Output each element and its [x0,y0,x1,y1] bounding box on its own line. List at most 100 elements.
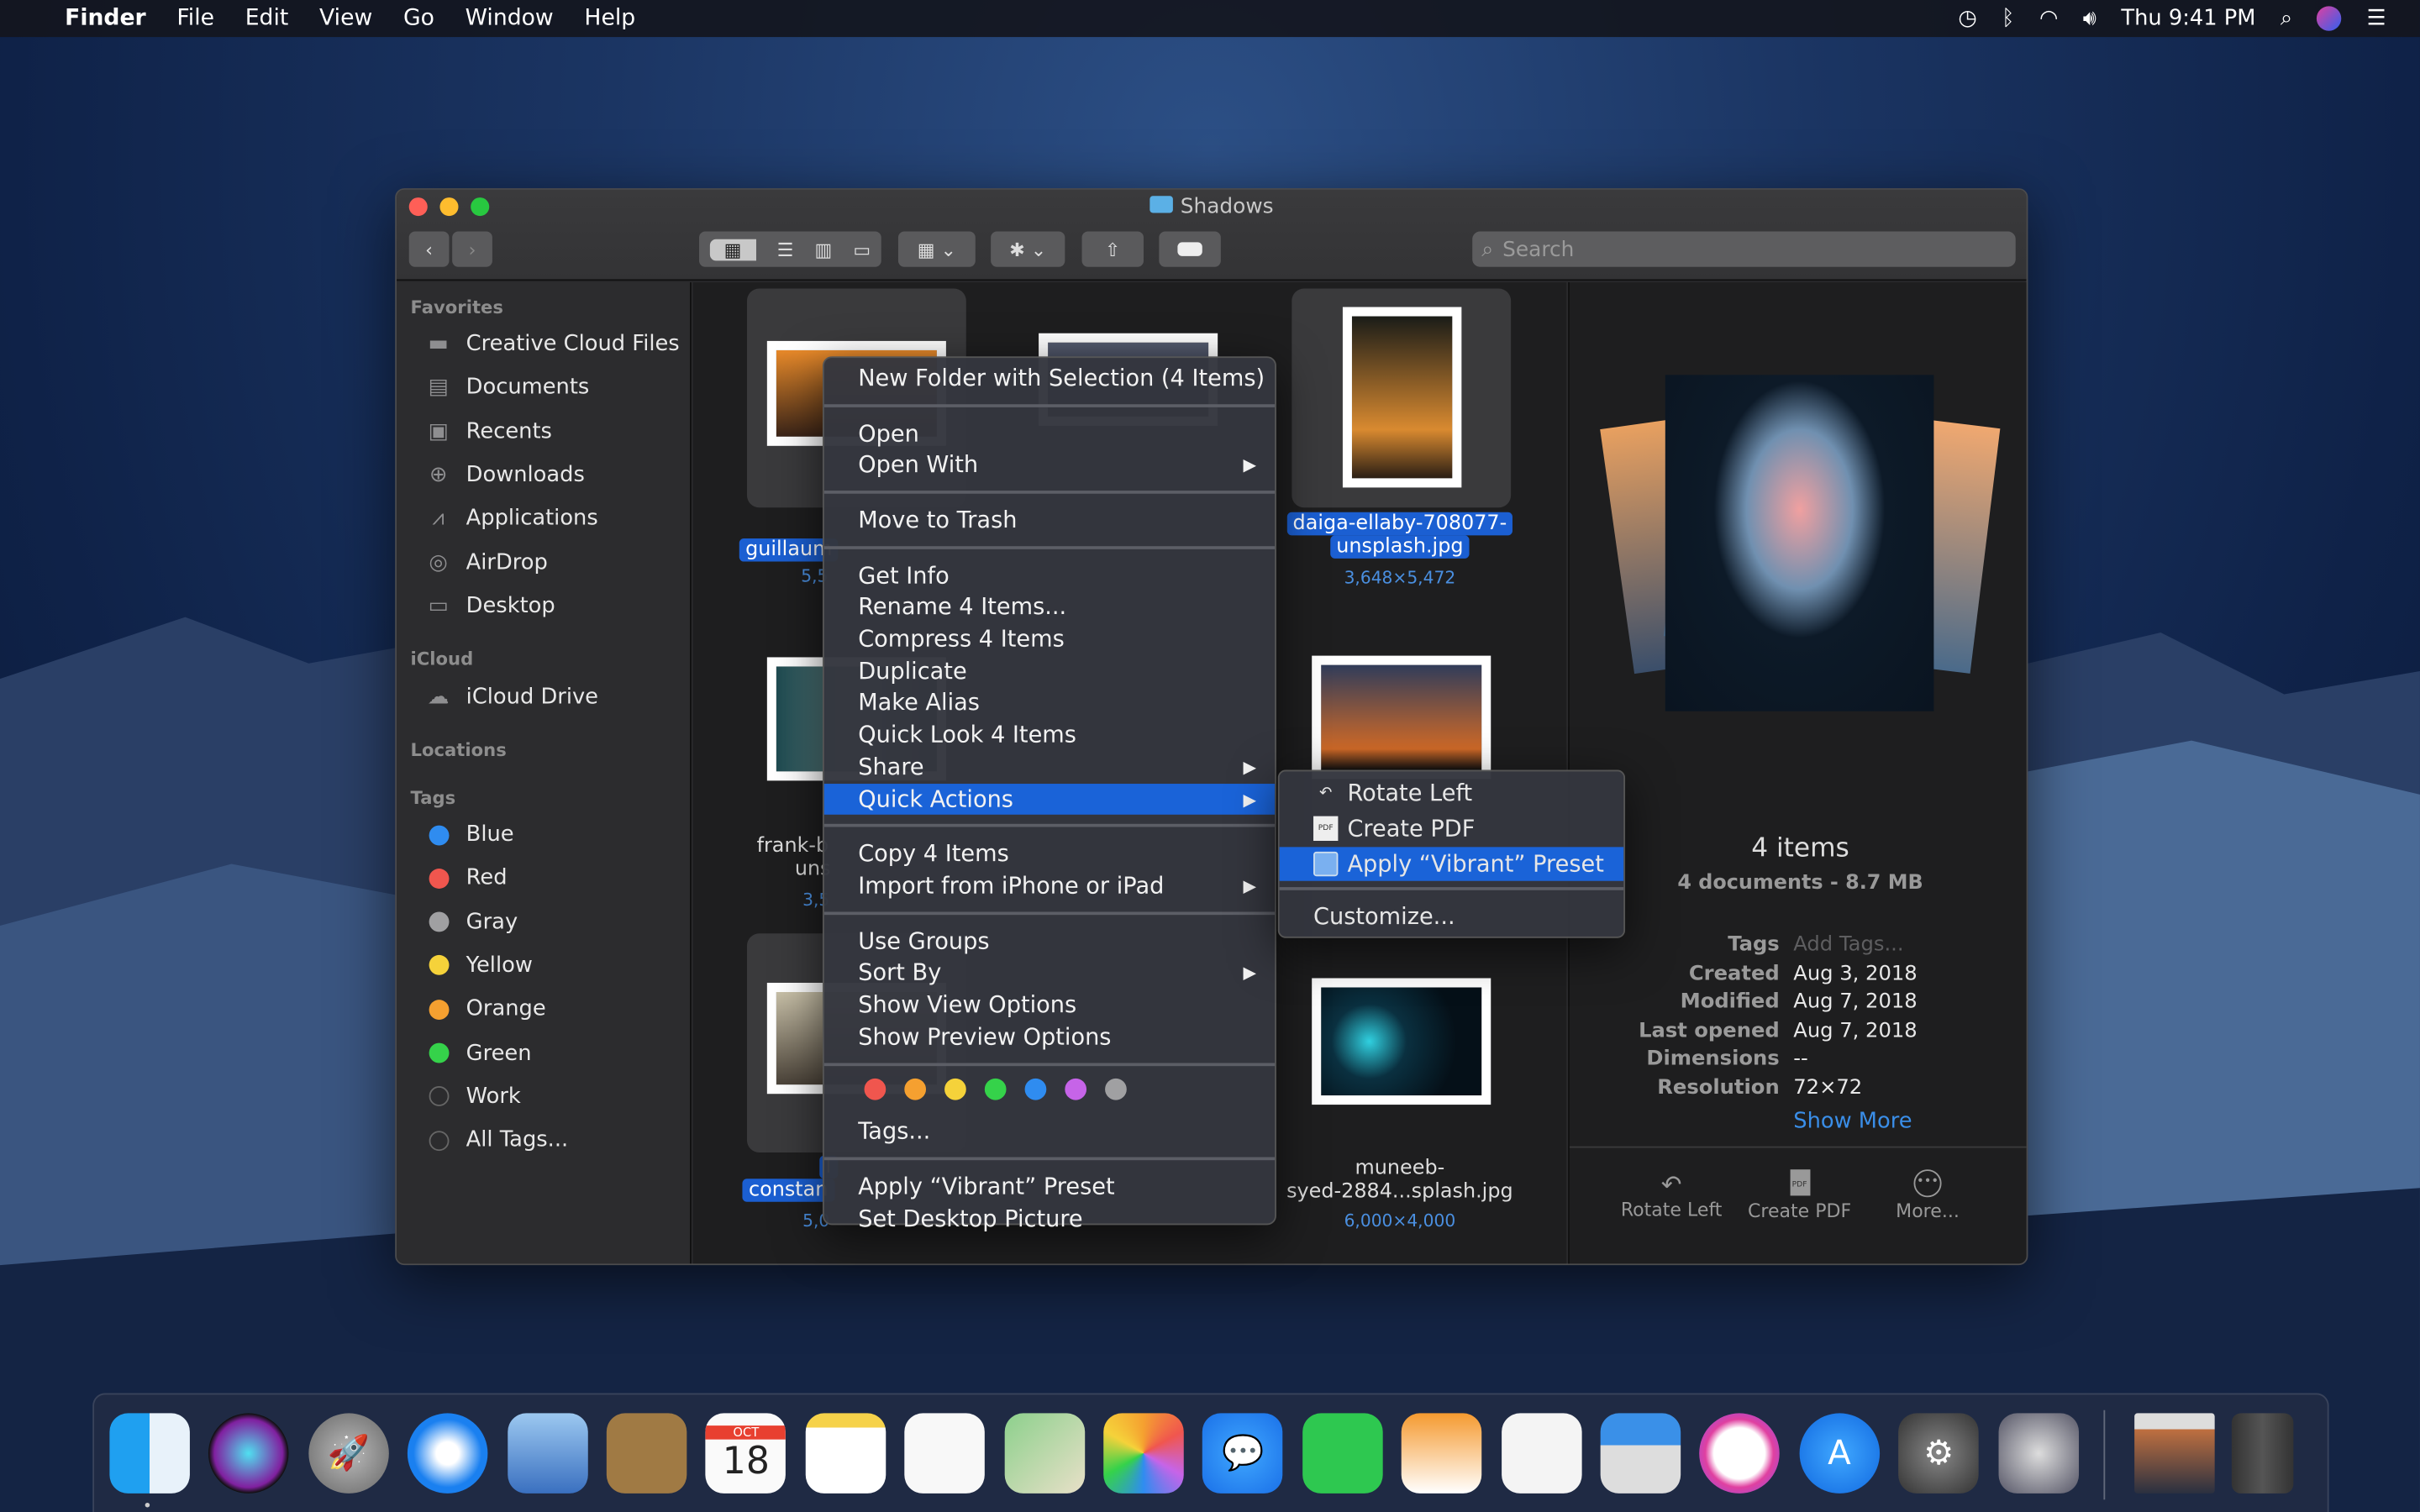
dock-contacts[interactable] [606,1413,687,1494]
menu-item-show-view-options[interactable]: Show View Options [824,990,1275,1021]
menu-item-open[interactable]: Open [824,417,1275,449]
dock-mail[interactable] [507,1413,588,1494]
volume-icon[interactable]: 🔊︎ [2083,6,2096,30]
file-name[interactable]: frank-b uns [755,835,831,881]
sidebar-tag-red[interactable]: Red [423,861,508,895]
dock-notes[interactable] [805,1413,886,1494]
tag-color-dot[interactable] [1065,1078,1087,1100]
sidebar-tag-yellow[interactable]: Yellow [423,948,533,982]
menu-edit[interactable]: Edit [245,6,289,30]
menu-item-share[interactable]: Share ▶ [824,751,1275,783]
sidebar-item-recents[interactable]: ▣ Recents [423,414,552,448]
menu-item-quick-actions[interactable]: Quick Actions ▶ [823,783,1276,816]
list-view-button[interactable]: ☰ [777,239,794,260]
menu-item-make-alias[interactable]: Make Alias [824,687,1275,719]
forward-button[interactable]: › [452,231,492,267]
share-button[interactable]: ⇧ [1081,231,1144,267]
tag-color-dot[interactable] [1024,1078,1047,1100]
menu-file[interactable]: File [176,6,214,30]
column-view-button[interactable]: ▥ [814,239,832,260]
dock-calendar[interactable]: OCT 18 [706,1413,786,1494]
sidebar-tag-gray[interactable]: Gray [423,905,518,938]
dock-siri[interactable] [208,1413,290,1494]
tag-color-dot[interactable] [1105,1078,1127,1100]
file-name[interactable]: muneeb-syed-2884...splash.jpg [1276,1158,1523,1204]
tag-color-dot[interactable] [864,1078,886,1100]
menu-item-sort-by[interactable]: Sort By ▶ [824,958,1275,990]
dock-launchpad[interactable]: 🚀 [308,1413,389,1494]
sidebar-item-airdrop[interactable]: ◎ AirDrop [423,545,547,579]
rotate-left-action[interactable]: ↶ Rotate Left [1602,1169,1740,1221]
menu-help[interactable]: Help [584,6,635,30]
tag-color-dot[interactable] [944,1078,966,1100]
dock-trash[interactable] [2231,1413,2294,1494]
menu-item-set-desktop-picture[interactable]: Set Desktop Picture [824,1204,1275,1236]
menu-finder[interactable]: Finder [65,6,146,30]
create-pdf-action[interactable]: PDF Create PDF [1730,1169,1869,1222]
sidebar-tag-alltags[interactable]: All Tags... [423,1123,568,1157]
submenu-customize[interactable]: Customize... [1280,900,1624,933]
dock-photos[interactable] [1103,1413,1184,1494]
menu-window[interactable]: Window [466,6,554,30]
spotlight-icon[interactable]: ⌕ [2281,6,2292,30]
menu-item-duplicate[interactable]: Duplicate [824,655,1275,687]
sidebar-tag-green[interactable]: Green [423,1036,532,1069]
menu-item-open-with[interactable]: Open With ▶ [824,449,1275,481]
menu-item-quick-look-4-items[interactable]: Quick Look 4 Items [824,719,1275,751]
tag-color-dot[interactable] [904,1078,927,1100]
dock-itunes[interactable]: ♫ [1699,1413,1781,1494]
tag-color-dot[interactable] [984,1078,1007,1100]
sidebar-tag-blue[interactable]: Blue [423,817,514,851]
submenu-create-pdf[interactable]: PDF Create PDF [1280,811,1624,845]
dock-automator[interactable] [1997,1413,2079,1494]
gallery-view-button[interactable]: ▭ [853,239,871,260]
dock-keynote[interactable] [1600,1413,1681,1494]
menu-item-import-from-iphone-or-ipad[interactable]: Import from iPhone or iPad ▶ [824,870,1275,902]
dock-downloads-stack[interactable] [2134,1413,2215,1494]
dock-finder[interactable] [109,1413,190,1494]
wifi-icon[interactable]: ◠ [2039,6,2058,30]
add-tags-field[interactable]: Add Tags... [1793,933,1903,961]
file-name[interactable]: daiga-ellaby-708077- unsplash.jpg [1276,512,1523,559]
bluetooth-icon[interactable]: ᛒ [2002,6,2014,30]
sidebar-item-creative-cloud-files[interactable]: ▬ Creative Cloud Files [423,327,679,360]
menu-item-show-preview-options[interactable]: Show Preview Options [824,1021,1275,1053]
sidebar-item-downloads[interactable]: ⊕ Downloads [423,458,585,491]
dock-safari[interactable] [408,1413,488,1494]
action-gear-button[interactable]: ✱ ⌄ [991,231,1065,267]
dock-messages[interactable]: 💬 [1202,1413,1284,1494]
dock-app-store[interactable]: A [1799,1413,1880,1494]
sidebar-tag-work[interactable]: Work [423,1079,521,1113]
menu-item-use-groups[interactable]: Use Groups [824,926,1275,958]
sidebar-item-desktop[interactable]: ▭ Desktop [423,589,555,622]
menu-view[interactable]: View [319,6,372,30]
clock[interactable]: Thu 9:41 PM [2121,6,2255,30]
tags-button[interactable] [1159,231,1221,267]
menu-item-rename-4-items[interactable]: Rename 4 Items... [824,591,1275,623]
menu-item-get-info[interactable]: Get Info [824,559,1275,591]
more-action[interactable]: ••• More... [1858,1169,1996,1222]
menu-item-new-folder-with-selection-4-items[interactable]: New Folder with Selection (4 Items) [824,363,1275,395]
submenu-rotate-left[interactable]: ↶ Rotate Left [1280,776,1624,810]
sidebar-item-applications[interactable]: ⩘ Applications [423,501,597,535]
menu-item-compress-4-items[interactable]: Compress 4 Items [824,623,1275,655]
dock-system-preferences[interactable]: ⚙ [1898,1413,1979,1494]
search-field[interactable]: ⌕ Search [1472,231,2016,267]
sidebar-item-icloud-drive[interactable]: ☁ iCloud Drive [423,680,598,714]
dock-reminders[interactable] [904,1413,986,1494]
icon-view-button[interactable]: ▦ [709,238,756,260]
sidebar-tag-orange[interactable]: Orange [423,992,546,1026]
show-more-link[interactable]: Show More [1793,1110,1912,1134]
group-by-button[interactable]: ▦ ⌄ [897,231,976,267]
dock-numbers[interactable] [1501,1413,1581,1494]
menu-item-apply-vibrant-preset[interactable]: Apply “Vibrant” Preset [824,1172,1275,1204]
notification-center-icon[interactable]: ☰ [2366,6,2386,30]
menu-item-tags[interactable]: Tags... [824,1116,1275,1148]
sidebar-item-documents[interactable]: ▤ Documents [423,370,589,404]
menu-item-move-to-trash[interactable]: Move to Trash [824,505,1275,537]
back-button[interactable]: ‹ [408,231,450,267]
submenu-apply-vibrant-preset[interactable]: Apply “Vibrant” Preset [1279,847,1624,881]
time-machine-icon[interactable]: ◷ [1958,6,1976,30]
dock-maps[interactable] [1003,1413,1085,1494]
dock-facetime[interactable] [1302,1413,1383,1494]
